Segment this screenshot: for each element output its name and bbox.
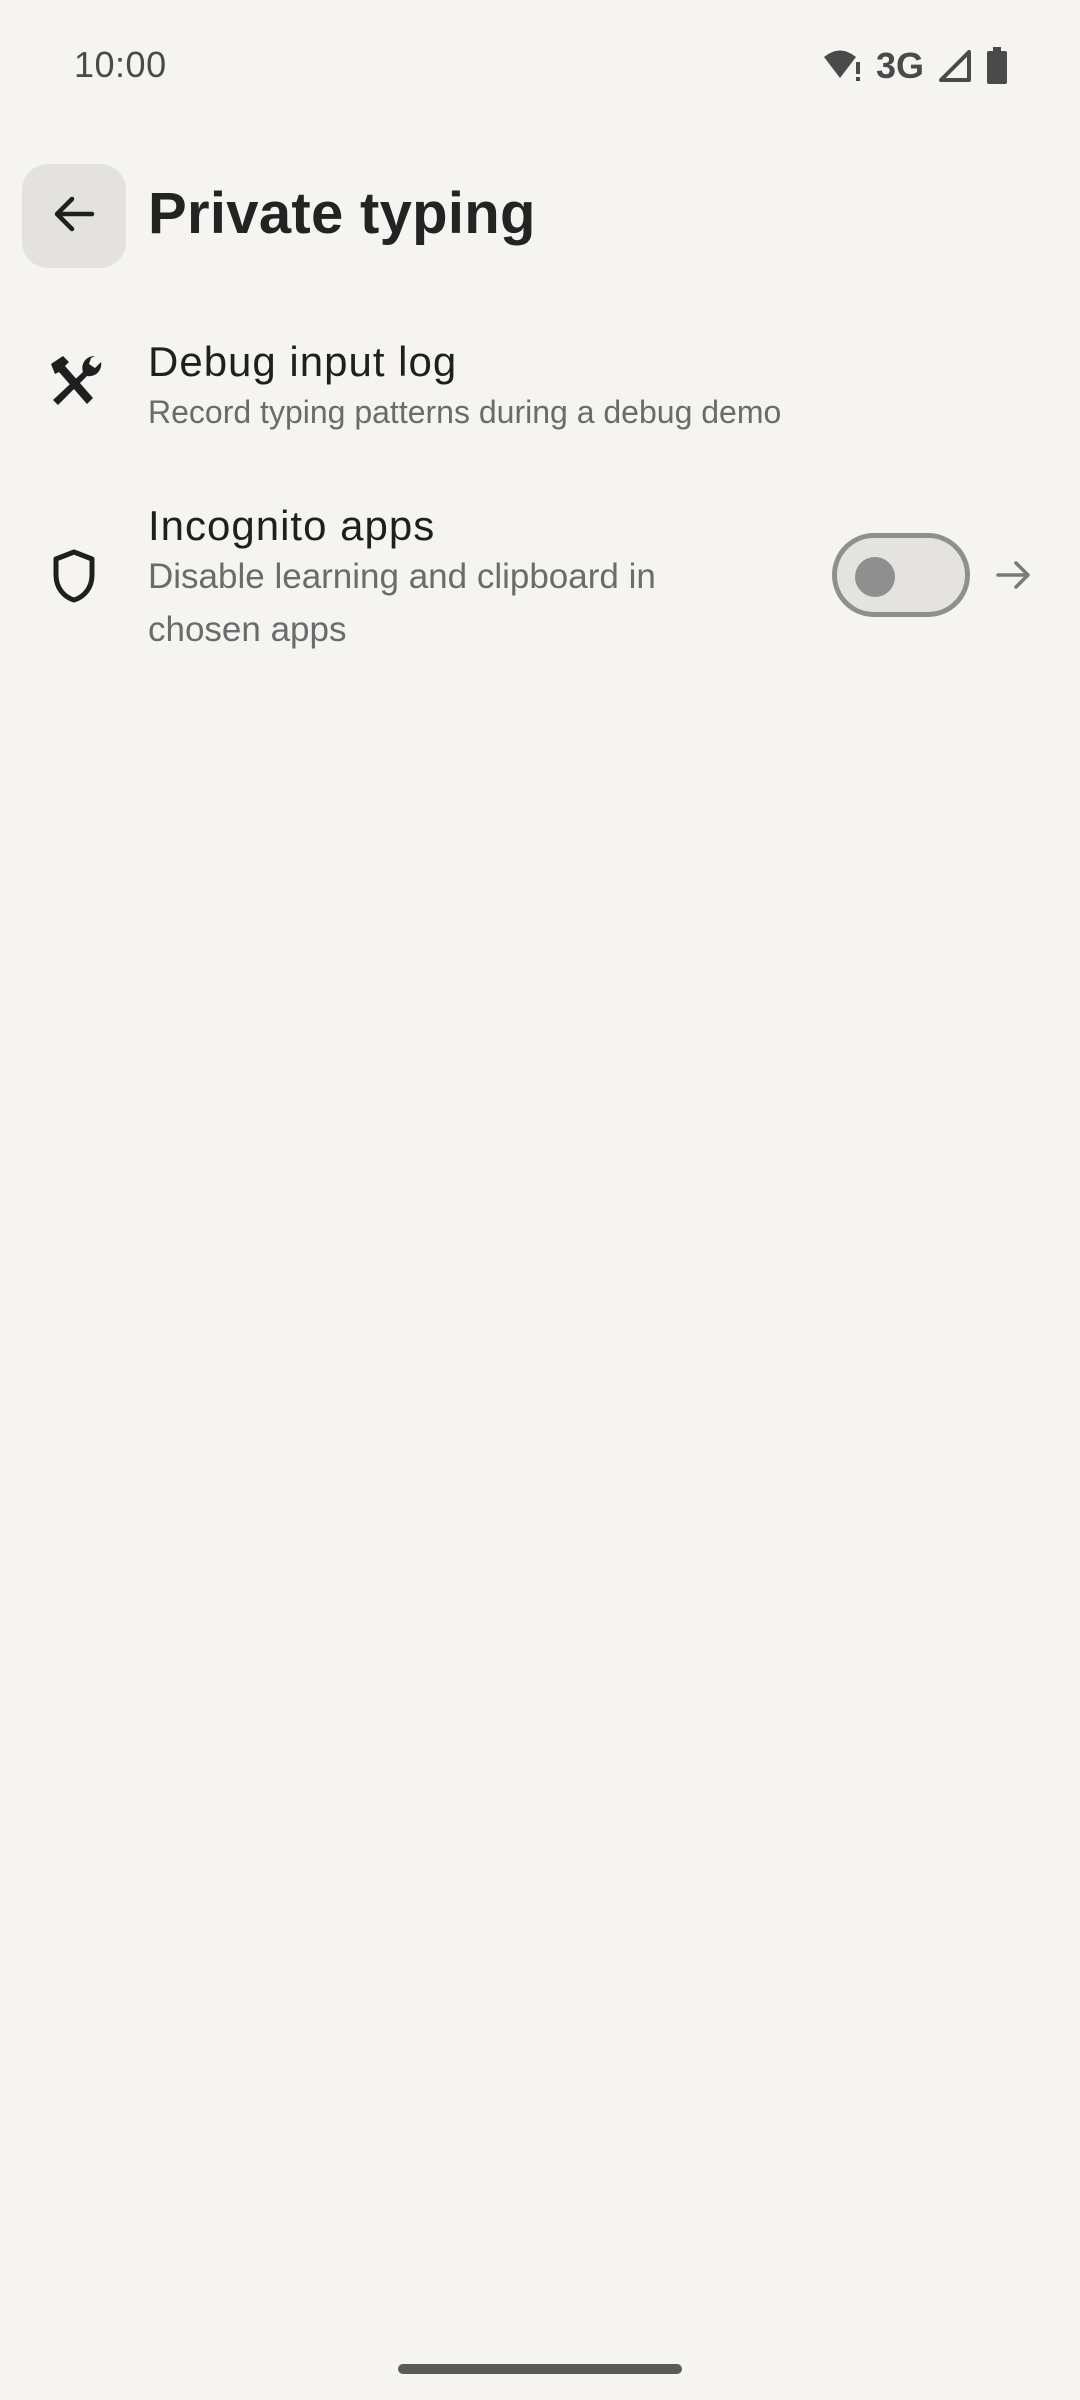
incognito-apps-toggle[interactable] xyxy=(832,533,970,617)
arrow-left-icon xyxy=(50,190,98,243)
arrow-right-icon[interactable] xyxy=(994,555,1034,595)
toggle-thumb xyxy=(855,557,895,597)
shield-icon xyxy=(44,546,104,606)
top-app-bar: Private typing xyxy=(0,160,1080,270)
incognito-apps-title: Incognito apps xyxy=(148,502,436,549)
debug-input-log-title: Debug input log xyxy=(148,338,458,385)
status-icons: 3G xyxy=(822,44,1008,88)
cell-signal-icon xyxy=(938,49,972,83)
status-time: 10:00 xyxy=(74,44,167,85)
debug-input-log-row[interactable]: Debug input log Record typing patterns d… xyxy=(0,318,1080,448)
back-button[interactable] xyxy=(22,164,126,268)
gesture-nav-handle[interactable] xyxy=(398,2364,682,2374)
incognito-apps-summary-line-1: Disable learning and clipboard in xyxy=(148,557,656,596)
page-title: Private typing xyxy=(148,181,536,246)
wifi-alert-icon xyxy=(822,48,862,84)
debug-input-log-summary: Record typing patterns during a debug de… xyxy=(148,394,782,430)
incognito-apps-summary-line-2: chosen apps xyxy=(148,610,347,649)
screen: 10:00 3G Private typing Debug input log … xyxy=(0,0,1080,2400)
status-bar: 10:00 3G xyxy=(0,0,1080,130)
tools-icon xyxy=(44,350,104,410)
network-type: 3G xyxy=(875,45,924,86)
battery-icon xyxy=(986,47,1008,85)
